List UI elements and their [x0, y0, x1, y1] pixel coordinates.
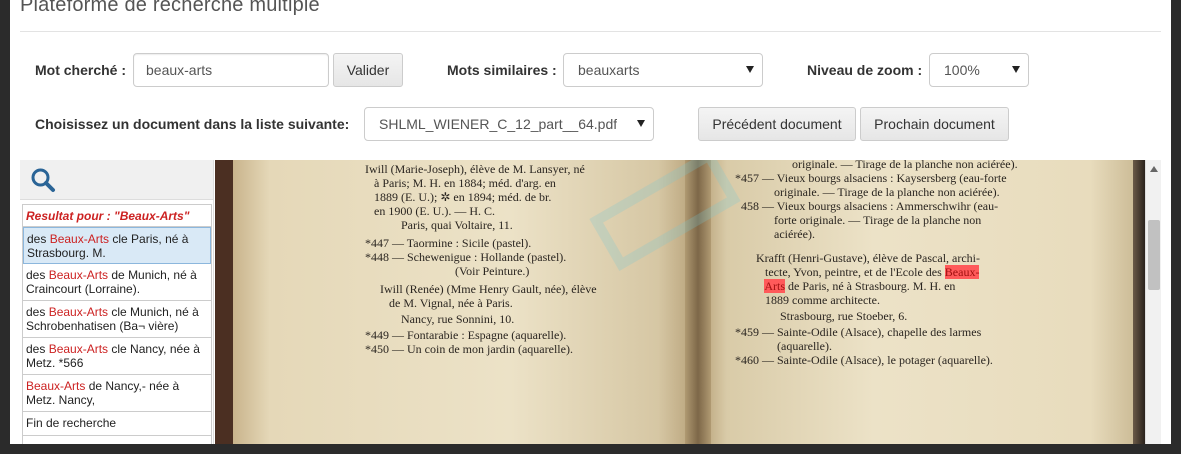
document-text-line: forte originale. — Tirage de la planche …: [735, 213, 982, 227]
document-text-line: Paris, quai Voltaire, 11.: [365, 218, 513, 232]
document-text-line: *460 — Sainte-Odile (Alsace), le potager…: [735, 353, 993, 367]
document-text-line: *457 — Vieux bourgs alsaciens : Kaysersb…: [735, 171, 1007, 185]
document-viewer[interactable]: Iwill (Marie-Joseph), élève de M. Lansye…: [215, 160, 1145, 444]
result-item[interactable]: des Beaux-Arts de Munich, né à Craincour…: [23, 264, 211, 301]
result-item[interactable]: Beaux-Arts de Nancy,- née à Metz. Nancy,: [23, 375, 211, 412]
document-text-line: 1889 (E. U.); ✲ en 1894; méd. de br.: [365, 190, 552, 204]
document-text-line: *449 — Fontarabie : Espagne (aquarelle).: [365, 328, 567, 342]
similar-words-select[interactable]: beauxarts: [563, 53, 763, 87]
result-item[interactable]: des Beaux-Arts cle Nancy, née à Metz. *5…: [23, 338, 211, 375]
search-word-input[interactable]: [133, 53, 329, 87]
next-document-button[interactable]: Prochain document: [860, 107, 1009, 141]
document-text-line: de M. Vignal, née à Paris.: [365, 296, 513, 310]
similar-words-label: Mots similaires :: [447, 62, 557, 78]
document-text-line: *450 — Un coin de mon jardin (aquarelle)…: [365, 342, 573, 356]
title-divider: [20, 31, 1161, 32]
document-text-line: Nancy, rue Sonnini, 10.: [365, 312, 515, 326]
result-item[interactable]: des Beaux-Arts cle Munich, né à Schroben…: [23, 301, 211, 338]
results-header: Resultat pour : "Beaux-Arts": [23, 205, 211, 227]
document-select[interactable]: SHLML_WIENER_C_12_part__64.pdf: [364, 107, 654, 141]
app-frame: Plateforme de recherche multiple Mot che…: [10, 0, 1171, 444]
document-text-line: Iwill (Renée) (Mme Henry Gault, née), él…: [365, 282, 597, 296]
document-text-line: *459 — Sainte-Odile (Alsace), chapelle d…: [735, 325, 982, 339]
document-text-line: *447 — Taormine : Sicile (pastel).: [365, 236, 532, 250]
document-text-line: en 1900 (E. U.). — H. C.: [365, 204, 495, 218]
search-word-label: Mot cherché :: [35, 62, 127, 78]
results-sidebar: Resultat pour : "Beaux-Arts" des Beaux-A…: [20, 160, 214, 444]
page-title: Plateforme de recherche multiple: [20, 0, 320, 16]
search-icon[interactable]: [30, 167, 56, 193]
document-text-line: *448 — Schewenigue : Hollande (pastel).: [365, 250, 567, 264]
similar-words-value: beauxarts: [578, 62, 640, 78]
document-text-line: (Voir Peinture.): [365, 264, 530, 278]
document-text-line: 458 — Vieux bourgs alsaciens : Ammerschw…: [735, 199, 999, 213]
viewer-scrollbar[interactable]: [1145, 160, 1161, 444]
document-chooser-label: Choisissez un document dans la liste sui…: [35, 116, 350, 132]
sidebar-search-bar: [20, 160, 213, 200]
validate-button[interactable]: Valider: [333, 53, 403, 87]
document-text-line: tecte, Yvon, peintre, et de l'Ecole des …: [735, 265, 980, 279]
document-text-line: à Paris; M. H. en 1884; méd. d'arg. en: [365, 176, 556, 190]
book-edge: [1133, 160, 1145, 444]
document-text-line: aciérée).: [735, 227, 815, 241]
document-text-line: Iwill (Marie-Joseph), élève de M. Lansye…: [365, 162, 585, 176]
chevron-down-icon: [746, 66, 754, 73]
document-text-line: 1889 comme architecte.: [735, 293, 880, 307]
chevron-down-icon: [637, 120, 645, 127]
chevron-down-icon: [1012, 66, 1020, 73]
document-text-line: originale. — Tirage de la planche non ac…: [735, 185, 1000, 199]
scroll-up-icon[interactable]: [1150, 166, 1158, 172]
document-text-line: originale. — Tirage de la planche non ac…: [735, 160, 1018, 171]
result-item[interactable]: des Beaux-Arts cle Paris, né à Strasbour…: [23, 227, 211, 264]
document-text-line: Krafft (Henri-Gustave), élève de Pascal,…: [735, 251, 981, 265]
scrollbar-thumb[interactable]: [1148, 220, 1160, 290]
zoom-level-label: Niveau de zoom :: [807, 62, 923, 78]
document-select-value: SHLML_WIENER_C_12_part__64.pdf: [379, 116, 618, 132]
end-of-search-item: Fin de recherche: [23, 412, 211, 436]
zoom-level-value: 100%: [944, 62, 980, 78]
search-highlight: Beaux-: [944, 265, 980, 279]
document-text-line: Arts de Paris, né à Strasbourg. M. H. en: [764, 279, 956, 293]
previous-document-button[interactable]: Précédent document: [698, 107, 856, 141]
results-list: Resultat pour : "Beaux-Arts" des Beaux-A…: [22, 204, 212, 444]
zoom-level-select[interactable]: 100%: [929, 53, 1029, 87]
document-text-line: (aquarelle).: [735, 339, 832, 353]
document-text-line: Strasbourg, rue Stoeber, 6.: [735, 309, 908, 323]
